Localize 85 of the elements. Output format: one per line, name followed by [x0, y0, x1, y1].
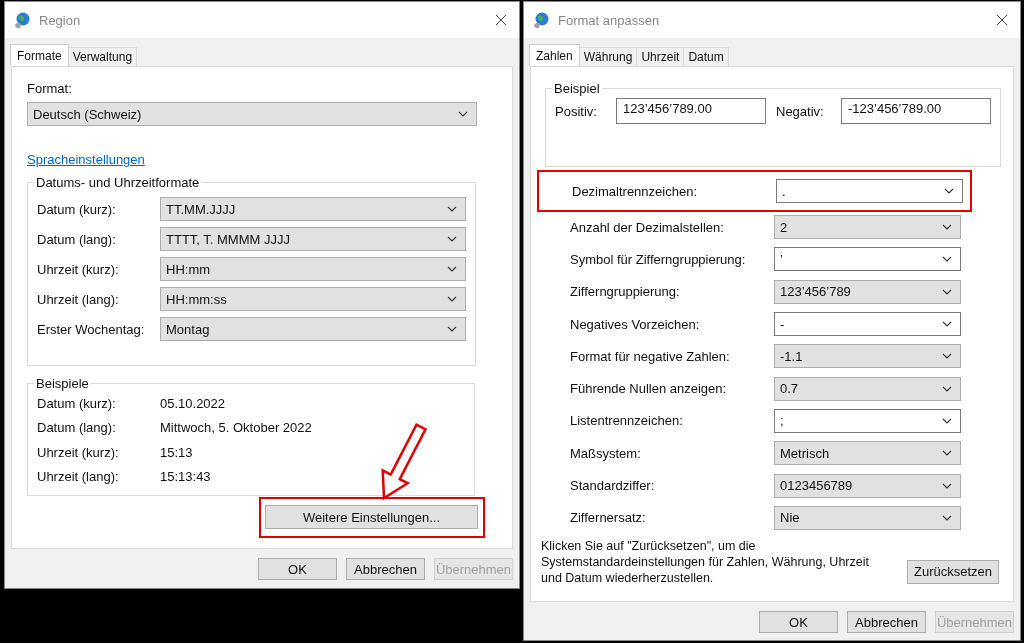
dropdown[interactable]: ’: [774, 247, 961, 272]
dropdown[interactable]: HH:mm:ss: [160, 287, 466, 311]
field-label: Datum (lang):: [37, 231, 117, 247]
field-label: Dezimaltrennzeichen:: [572, 183, 698, 199]
field-label: Format für negative Zahlen:: [570, 348, 731, 364]
chevron-down-icon: [942, 321, 952, 328]
chevron-down-icon: [942, 224, 952, 231]
field-label: Anzahl der Dezimalstellen:: [570, 219, 725, 235]
chevron-down-icon: [944, 188, 954, 194]
dialog-button[interactable]: OK: [759, 611, 838, 633]
field-label: Zifferngruppierung:: [570, 284, 681, 300]
chevron-down-icon: [942, 288, 952, 295]
field-label: Ziffernersatz:: [570, 510, 647, 526]
chevron-down-icon: [447, 266, 457, 272]
field-label: Datum (lang):: [37, 420, 117, 436]
dropdown[interactable]: 0123456789: [774, 473, 961, 498]
group-title: Datums- und Uhrzeitformate: [35, 175, 201, 190]
positive-field: 123’456’789.00: [616, 98, 766, 124]
field-label: Uhrzeit (kurz):: [37, 444, 120, 460]
dropdown[interactable]: Nie: [774, 505, 961, 530]
chevron-down-icon: [942, 417, 952, 424]
dropdown[interactable]: Montag: [160, 317, 466, 341]
group-title: Beispiel: [553, 81, 601, 96]
field-label: Maßsystem:: [570, 445, 642, 461]
chevron-down-icon: [942, 353, 952, 360]
example-value: 15:13:43: [160, 469, 211, 485]
dialog-button[interactable]: OK: [258, 558, 337, 580]
field-label: Format:: [27, 81, 73, 98]
tab[interactable]: Zahlen: [529, 44, 580, 66]
chevron-down-icon: [942, 482, 952, 489]
close-icon: [996, 14, 1008, 26]
example-value: Mittwoch, 5. Oktober 2022: [160, 420, 312, 436]
chevron-down-icon: [447, 206, 457, 212]
dialog-button[interactable]: Abbrechen: [346, 558, 425, 580]
language-settings-link[interactable]: Spracheinstellungen: [27, 152, 145, 167]
tab[interactable]: Verwaltung: [67, 47, 138, 66]
chevron-down-icon: [447, 236, 457, 242]
chevron-down-icon: [942, 256, 952, 263]
chevron-down-icon: [942, 514, 952, 521]
field-label: Symbol für Zifferngruppierung:: [570, 251, 747, 267]
group-title: Beispiele: [35, 376, 90, 391]
example-value: 15:13: [160, 444, 193, 460]
close-icon: [495, 14, 507, 26]
field-label: Führende Nullen anzeigen:: [570, 381, 728, 397]
example-value: 05.10.2022: [160, 395, 226, 411]
field-label: Standardziffer:: [570, 478, 656, 493]
window-title: Region: [39, 12, 81, 28]
more-settings-button[interactable]: Weitere Einstellungen...: [265, 505, 478, 529]
dropdown[interactable]: -: [774, 312, 961, 337]
dropdown[interactable]: 123’456’789: [774, 279, 961, 304]
dropdown[interactable]: 0.7: [774, 376, 961, 401]
dropdown[interactable]: TTTT, T. MMMM JJJJ: [160, 227, 466, 251]
chevron-down-icon: [447, 326, 457, 332]
window-title: Format anpassen: [558, 12, 660, 28]
reset-note: Klicken Sie auf "Zurücksetzen", um die Systemstandardeinstellungen für Zahlen, Währung, Uhrzeit und Datum wiederherzustellen.: [541, 537, 870, 586]
dropdown[interactable]: Deutsch (Schweiz): [27, 102, 477, 126]
dropdown[interactable]: .: [776, 179, 963, 203]
dropdown[interactable]: Metrisch: [774, 441, 961, 466]
tab[interactable]: Formate: [10, 44, 69, 66]
field-label: Listentrennzeichen:: [570, 413, 684, 429]
field-label: Uhrzeit (kurz):: [37, 261, 120, 277]
chevron-down-icon: [942, 385, 952, 392]
dialog-button[interactable]: Abbrechen: [847, 611, 926, 633]
dropdown[interactable]: HH:mm: [160, 257, 466, 281]
chevron-down-icon: [458, 111, 468, 117]
negative-field: -123’456’789.00: [841, 98, 991, 124]
dropdown[interactable]: 2: [774, 215, 961, 240]
field-label: Datum (kurz):: [37, 201, 117, 217]
reset-button[interactable]: Zurücksetzen: [907, 559, 999, 584]
field-label: Erster Wochentag:: [37, 321, 146, 337]
dropdown[interactable]: -1.1: [774, 344, 961, 369]
field-label: Uhrzeit (lang):: [37, 291, 120, 307]
field-label: Positiv:: [555, 103, 598, 119]
dropdown[interactable]: ;: [774, 408, 961, 433]
tab[interactable]: Datum: [683, 47, 729, 66]
field-label: Negativ:: [776, 103, 825, 119]
field-label: Datum (kurz):: [37, 395, 117, 411]
globe-icon: [13, 11, 31, 29]
chevron-down-icon: [942, 450, 952, 457]
dropdown[interactable]: TT.MM.JJJJ: [160, 197, 466, 221]
field-label: Negatives Vorzeichen:: [570, 316, 701, 332]
globe-icon: [532, 11, 550, 29]
tab[interactable]: Währung: [578, 47, 638, 66]
chevron-down-icon: [447, 296, 457, 302]
field-label: Uhrzeit (lang):: [37, 469, 120, 485]
